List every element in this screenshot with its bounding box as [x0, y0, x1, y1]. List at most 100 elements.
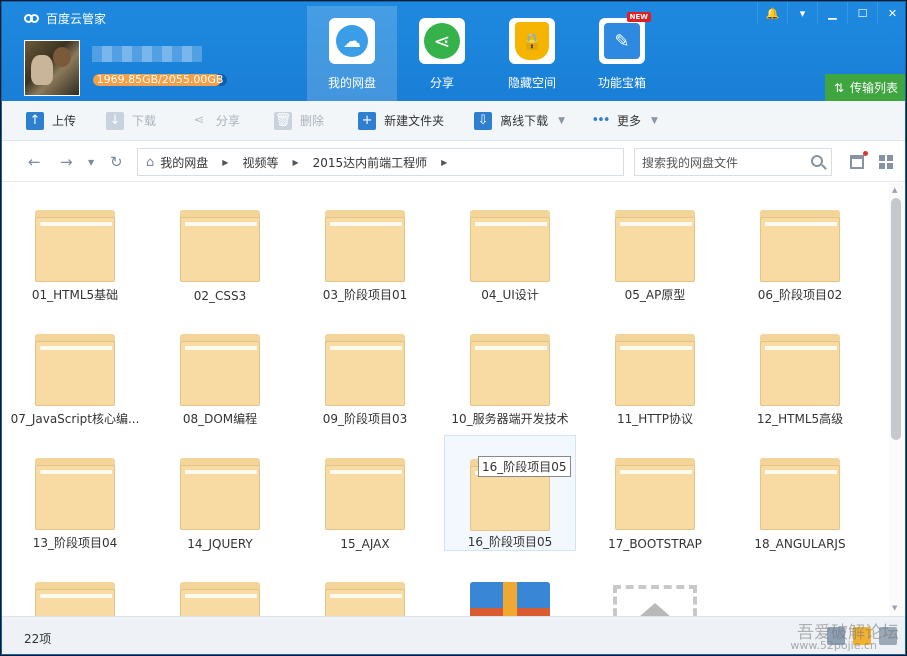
upload-button[interactable]: ↑ 上传 [2, 101, 76, 141]
folder-item[interactable]: 10_服务器端开发技术 [444, 311, 576, 427]
app-title: 百度云管家 [46, 12, 107, 26]
folder-item[interactable]: 09_阶段项目03 [299, 311, 431, 427]
folder-name: 08_DOM编程 [182, 412, 258, 426]
folder-item[interactable] [9, 559, 141, 616]
folder-item[interactable]: 17_BOOTSTRAP [589, 435, 721, 551]
toolbar: ↑ 上传 ↓ 下载 ⋖ 分享 🗑 删除 + 新建文件夹 ⇩ 离线下载 ▼ •••… [2, 101, 905, 141]
more-dots-icon: ••• [591, 113, 611, 128]
folder-icon [470, 210, 550, 282]
folder-item[interactable] [154, 559, 286, 616]
home-icon[interactable]: ⌂ [146, 155, 154, 170]
avatar-dog-shape [31, 55, 53, 85]
nav-label: 分享 [429, 76, 454, 90]
folder-item[interactable]: 15_AJAX [299, 435, 431, 551]
folder-icon [180, 458, 260, 530]
avatar[interactable] [24, 40, 80, 96]
folder-item[interactable]: 07_JavaScript核心编... [9, 311, 141, 427]
folder-name: 16_阶段项目05 [467, 535, 553, 549]
delete-button[interactable]: 🗑 删除 [240, 101, 324, 141]
more-button[interactable]: ••• 更多 ▼ [565, 101, 658, 141]
breadcrumb-item[interactable]: 我的网盘 [160, 154, 208, 171]
folder-icon [325, 334, 405, 406]
folder-name: 04_UI设计 [481, 288, 539, 302]
folder-item[interactable]: 13_阶段项目04 [9, 435, 141, 551]
folder-icon [325, 582, 405, 616]
folder-item[interactable]: 03_阶段项目01 [299, 187, 431, 303]
maximize-icon[interactable]: ☐ [847, 2, 877, 24]
nav-item-share[interactable]: ⋖ 分享 [397, 6, 487, 101]
breadcrumb-separator-icon[interactable]: ▶ [222, 158, 228, 167]
folder-item[interactable]: 18_ANGULARJS [734, 435, 866, 551]
folder-item[interactable]: 01_HTML5基础 [9, 187, 141, 303]
forward-arrow-icon[interactable]: → [60, 153, 73, 171]
folder-name: 12_HTML5高级 [756, 412, 844, 426]
folder-item[interactable]: 04_UI设计 [444, 187, 576, 303]
delete-label: 删除 [300, 114, 325, 128]
new-folder-button[interactable]: + 新建文件夹 [324, 101, 444, 141]
folder-icon [35, 582, 115, 616]
nav-item-toolbox[interactable]: ✎ NEW 功能宝箱 [577, 6, 667, 101]
folder-item[interactable]: 16_阶段项目05 16_阶段项目05 [444, 435, 576, 551]
download-icon: ↓ [106, 111, 125, 130]
folder-name: 01_HTML5基础 [31, 288, 119, 302]
offline-download-label: 离线下载 [500, 114, 549, 128]
folder-item[interactable]: 14_JQUERY [154, 435, 286, 551]
folder-icon [615, 210, 695, 282]
folder-name: 11_HTTP协议 [617, 412, 693, 426]
chevron-down-icon: ▼ [651, 115, 658, 126]
folder-name: 13_阶段项目04 [32, 536, 118, 550]
folder-item[interactable]: 12_HTML5高级 [734, 311, 866, 427]
nav-item-my-disk[interactable]: ☁ 我的网盘 [307, 6, 397, 101]
folder-item[interactable] [299, 559, 431, 616]
folder-item[interactable]: 06_阶段项目02 [734, 187, 866, 303]
quota-text: 1969.85GB/2055.00GB [96, 74, 224, 86]
item-count: 22项 [24, 632, 52, 646]
folder-name: 17_BOOTSTRAP [608, 537, 702, 551]
upload-label: 上传 [52, 114, 77, 128]
back-arrow-icon[interactable]: ← [28, 153, 41, 171]
main-nav: ☁ 我的网盘 ⋖ 分享 🔒 隐藏空间 ✎ NEW 功能宝箱 [307, 6, 667, 101]
scroll-up-icon[interactable]: ▲ [892, 186, 897, 194]
nav-label: 功能宝箱 [597, 76, 646, 90]
scrollbar-thumb[interactable] [891, 198, 901, 440]
breadcrumb-item[interactable]: 视频等 [242, 154, 278, 171]
breadcrumb-item[interactable]: 2015达内前端工程师 [313, 154, 428, 171]
upload-placeholder[interactable] [589, 559, 721, 616]
breadcrumb-separator-icon[interactable]: ▶ [292, 158, 298, 167]
folder-icon [760, 210, 840, 282]
folder-icon [325, 210, 405, 282]
share-button[interactable]: ⋖ 分享 [156, 101, 240, 141]
bell-icon[interactable]: 🔔 [757, 2, 787, 24]
share-toolbar-icon: ⋖ [193, 113, 205, 128]
archive-item[interactable] [444, 559, 576, 616]
offline-download-button[interactable]: ⇩ 离线下载 ▼ [444, 101, 565, 141]
folder-item[interactable]: 11_HTTP协议 [589, 311, 721, 427]
search-placeholder: 搜索我的网盘文件 [642, 155, 739, 170]
address-bar: ← → ▼ ↻ ⌂ 我的网盘 ▶ 视频等 ▶ 2015达内前端工程师 ▶ 搜索我… [2, 142, 905, 182]
grid-view-icon[interactable] [879, 155, 893, 169]
search-icon[interactable] [811, 155, 823, 167]
download-button[interactable]: ↓ 下载 [76, 101, 156, 141]
folder-name: 14_JQUERY [187, 537, 253, 551]
folder-item[interactable]: 08_DOM编程 [154, 311, 286, 427]
refresh-icon[interactable]: ↻ [110, 153, 123, 171]
folder-item[interactable]: 05_AP原型 [589, 187, 721, 303]
minimize-icon[interactable]: ▁ [817, 2, 847, 24]
search-input[interactable]: 搜索我的网盘文件 [634, 148, 832, 176]
breadcrumb-separator-icon[interactable]: ▶ [441, 158, 447, 167]
baidu-cloud-logo-icon [24, 12, 40, 26]
folder-icon [615, 458, 695, 530]
window-controls: 🔔 ▾ ▁ ☐ ✕ [757, 2, 905, 24]
history-dropdown-icon[interactable]: ▼ [88, 158, 94, 167]
transfer-list-button[interactable]: ⇅ 传输列表 [825, 74, 905, 101]
cloud-disk-icon: ☁ [329, 18, 375, 64]
dropdown-icon[interactable]: ▾ [787, 2, 817, 24]
download-label: 下载 [132, 114, 157, 128]
list-view-icon[interactable] [850, 151, 868, 169]
scroll-down-icon[interactable]: ▼ [892, 604, 897, 612]
close-icon[interactable]: ✕ [877, 2, 905, 24]
username-blurred[interactable] [92, 46, 202, 62]
nav-item-hidden-space[interactable]: 🔒 隐藏空间 [487, 6, 577, 101]
folder-icon [180, 334, 260, 406]
folder-item[interactable]: 02_CSS3 [154, 187, 286, 303]
